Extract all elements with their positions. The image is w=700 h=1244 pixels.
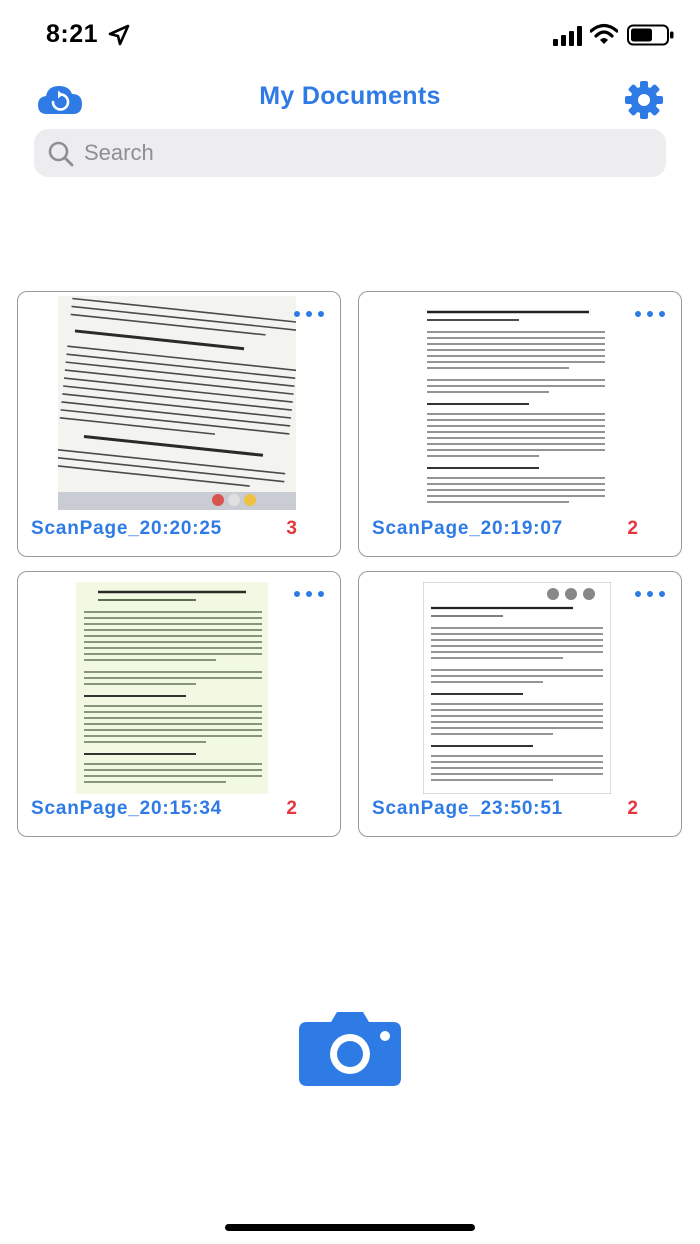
more-options-button[interactable] xyxy=(294,306,324,320)
gear-icon[interactable] xyxy=(624,80,664,120)
document-thumbnail xyxy=(423,582,611,794)
wifi-icon xyxy=(590,23,618,44)
search-input[interactable] xyxy=(84,129,654,177)
location-arrow-icon xyxy=(108,24,130,46)
status-bar: 8:21 xyxy=(0,0,700,70)
document-card[interactable]: ScanPage_20:15:34 2 xyxy=(17,571,341,837)
document-card[interactable]: ScanPage_20:19:07 2 xyxy=(358,291,682,557)
camera-icon[interactable] xyxy=(297,1010,403,1086)
home-indicator xyxy=(225,1224,475,1231)
more-options-button[interactable] xyxy=(294,586,324,600)
document-card[interactable]: ScanPage_20:20:25 3 xyxy=(17,291,341,557)
nav-header: My Documents xyxy=(0,72,700,122)
cellular-signal-icon xyxy=(553,26,582,46)
page-count-badge: 2 xyxy=(286,798,297,819)
document-name: ScanPage_23:50:51 xyxy=(372,798,564,819)
page-title: My Documents xyxy=(259,82,441,110)
page-count-badge: 3 xyxy=(286,518,297,539)
document-name: ScanPage_20:19:07 xyxy=(372,518,564,539)
document-thumbnail xyxy=(58,296,296,510)
more-options-button[interactable] xyxy=(635,586,665,600)
search-bar[interactable] xyxy=(34,129,666,177)
page-count-badge: 2 xyxy=(627,798,638,819)
document-name: ScanPage_20:15:34 xyxy=(31,798,223,819)
status-time: 8:21 xyxy=(46,20,99,48)
page-count-badge: 2 xyxy=(627,518,638,539)
more-options-button[interactable] xyxy=(635,306,665,320)
search-icon xyxy=(48,141,74,167)
document-card[interactable]: ScanPage_23:50:51 2 xyxy=(358,571,682,837)
document-thumbnail xyxy=(76,582,268,794)
document-name: ScanPage_20:20:25 xyxy=(31,518,223,539)
document-thumbnail xyxy=(419,302,613,512)
battery-icon xyxy=(627,24,674,46)
